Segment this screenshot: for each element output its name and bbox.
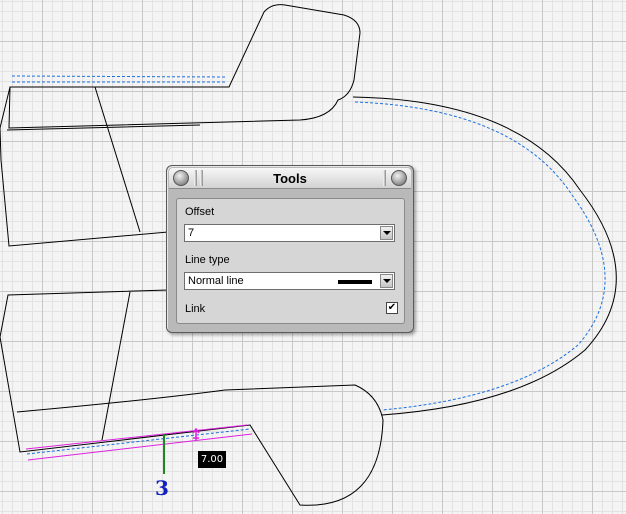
dropdown-arrow-icon[interactable] — [380, 226, 393, 240]
link-checkbox[interactable]: ✔ — [386, 302, 398, 314]
segment-number-label: 3 — [155, 476, 169, 500]
line-type-value: Normal line — [188, 275, 244, 287]
dimension-value-badge: 7.00 — [198, 451, 226, 468]
tools-titlebar[interactable]: Tools — [169, 168, 411, 189]
grip-icon — [383, 170, 386, 186]
line-style-swatch — [338, 280, 372, 284]
offset-label: Offset — [185, 206, 215, 218]
seam-allowance-line — [11, 75, 227, 83]
offset-value: 7 — [188, 227, 195, 239]
window-button-icon[interactable] — [391, 170, 407, 186]
line-type-combobox[interactable]: Normal line — [184, 272, 395, 290]
checkmark-icon: ✔ — [387, 302, 397, 313]
tools-panel[interactable]: Tools Offset 7 Line type Normal line Lin… — [166, 165, 414, 333]
pattern-piece-top[interactable] — [8, 4, 361, 129]
tools-body: Offset 7 Line type Normal line Link ✔ — [176, 198, 405, 324]
offset-combobox[interactable]: 7 — [184, 224, 395, 242]
tools-title: Tools — [273, 171, 307, 186]
link-label: Link — [185, 303, 206, 315]
line-type-label: Line type — [185, 254, 230, 266]
dropdown-arrow-icon[interactable] — [380, 274, 393, 288]
